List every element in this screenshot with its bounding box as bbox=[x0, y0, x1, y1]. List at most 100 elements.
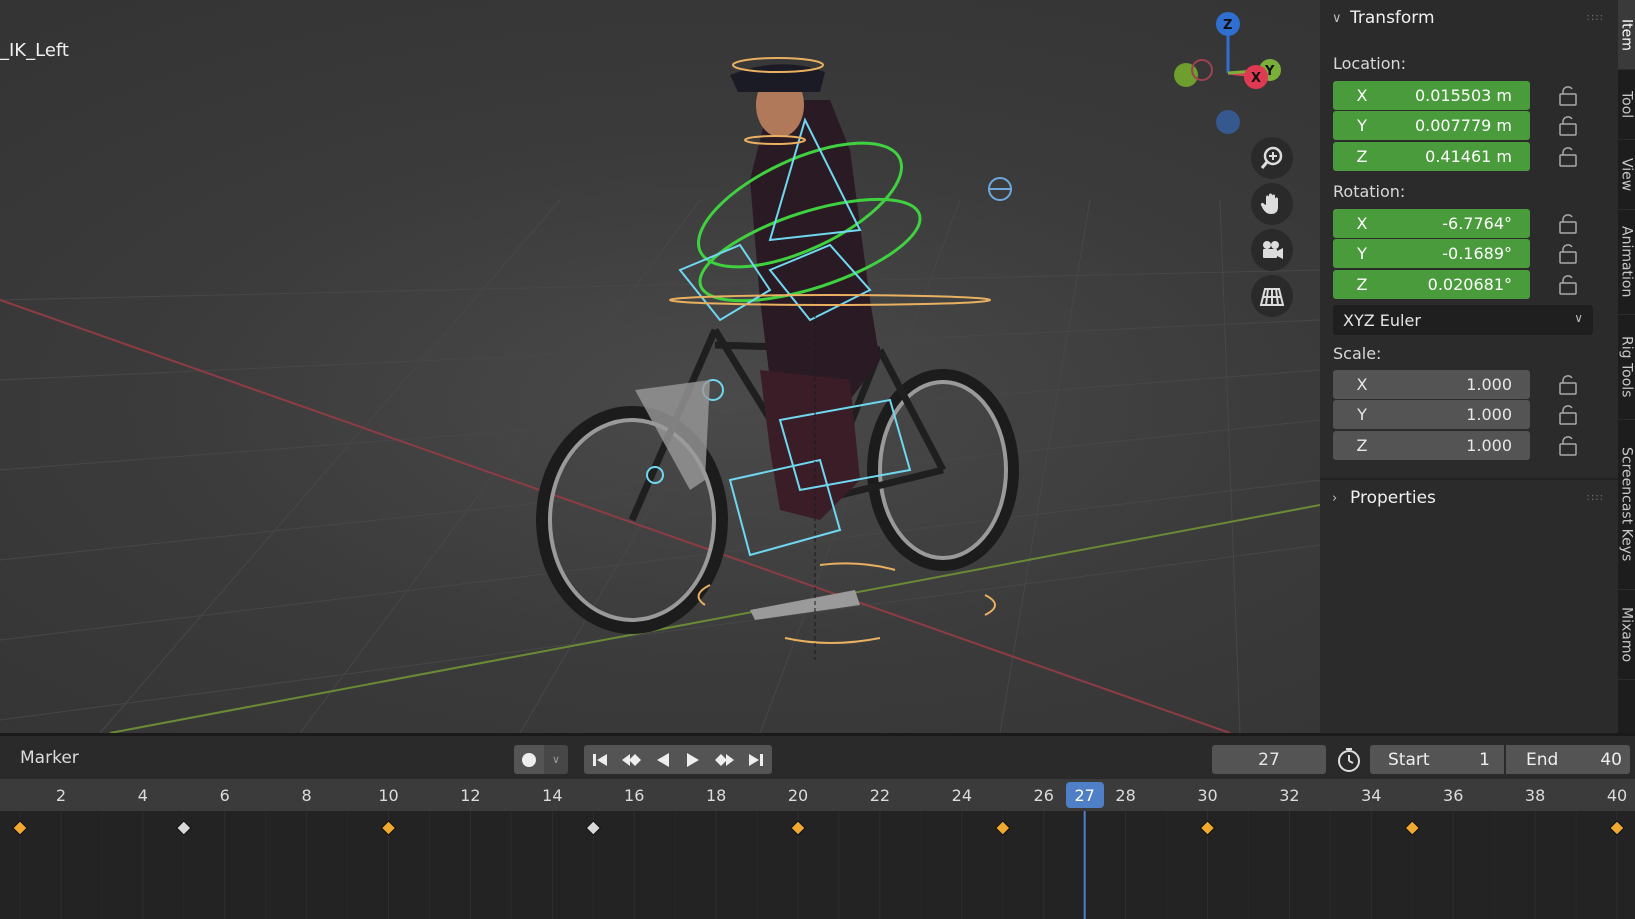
scale-label: Scale: bbox=[1333, 344, 1382, 363]
transform-title: Transform bbox=[1350, 8, 1435, 28]
tab-tool[interactable]: Tool bbox=[1618, 70, 1635, 140]
rotation-z-field[interactable]: Z 0.020681° bbox=[1333, 270, 1530, 299]
ruler-tick-label: 28 bbox=[1115, 786, 1136, 805]
lock-icon[interactable] bbox=[1557, 405, 1581, 425]
scale-y-field[interactable]: Y 1.000 bbox=[1333, 400, 1530, 429]
axis-label: Z bbox=[1356, 275, 1368, 294]
ruler-tick-label: 24 bbox=[951, 786, 972, 805]
start-label: Start bbox=[1388, 749, 1430, 770]
play-button[interactable] bbox=[678, 745, 708, 774]
transform-panel-header[interactable]: ∨ Transform :::: bbox=[1320, 0, 1618, 36]
frame-ruler[interactable]: 2 4 6 8 10 12 14 16 18 20 22 24 26 28 30 32 34 36 38 40 27 bbox=[0, 779, 1635, 811]
tab-screencast-keys[interactable]: Screencast Keys bbox=[1618, 420, 1635, 590]
scale-z-field[interactable]: Z 1.000 bbox=[1333, 431, 1530, 460]
ruler-tick-label: 16 bbox=[624, 786, 645, 805]
ruler-tick-label: 26 bbox=[1033, 786, 1054, 805]
ruler-tick-label: 34 bbox=[1361, 786, 1382, 805]
lock-icon[interactable] bbox=[1557, 375, 1581, 395]
ruler-tick-label: 2 bbox=[55, 786, 67, 805]
record-icon bbox=[522, 752, 536, 767]
lock-icon[interactable] bbox=[1557, 244, 1581, 264]
location-y-field[interactable]: Y 0.007779 m bbox=[1333, 111, 1530, 140]
ruler-tick-label: 30 bbox=[1197, 786, 1218, 805]
marker-menu[interactable]: Marker bbox=[20, 748, 79, 768]
zoom-icon[interactable] bbox=[1251, 137, 1293, 179]
prev-keyframe-button[interactable] bbox=[616, 745, 648, 774]
grid-icon[interactable] bbox=[1251, 275, 1293, 317]
next-keyframe-icon bbox=[715, 753, 734, 766]
record-button[interactable] bbox=[514, 745, 544, 774]
keyframe-diamond[interactable] bbox=[12, 820, 28, 836]
lock-icon[interactable] bbox=[1557, 147, 1581, 167]
lock-icon[interactable] bbox=[1557, 436, 1581, 456]
field-value: 0.41461 m bbox=[1425, 147, 1512, 166]
chevron-down-icon: ∨ bbox=[1574, 311, 1583, 325]
jump-start-button[interactable] bbox=[584, 745, 616, 774]
location-x-field[interactable]: X 0.015503 m bbox=[1333, 81, 1530, 110]
camera-icon[interactable] bbox=[1251, 229, 1293, 271]
playhead-frame-badge[interactable]: 27 bbox=[1065, 782, 1104, 808]
keyframe-diamond[interactable] bbox=[790, 820, 806, 836]
lock-icon[interactable] bbox=[1557, 86, 1581, 106]
tab-view[interactable]: View bbox=[1618, 140, 1635, 210]
jump-end-button[interactable] bbox=[740, 745, 772, 774]
keyframe-area[interactable] bbox=[0, 811, 1635, 919]
tab-animation[interactable]: Animation bbox=[1618, 210, 1635, 315]
ruler-tick-label: 38 bbox=[1524, 786, 1546, 805]
keyframe-diamond[interactable] bbox=[1199, 820, 1216, 836]
active-object-name: _IK_Left bbox=[0, 40, 69, 61]
timeline-header: Marker ∨ 27 Start 1 End 40 bbox=[0, 733, 1635, 779]
rotation-x-field[interactable]: X -6.7764° bbox=[1333, 209, 1530, 238]
gizmo-x-label: X bbox=[1251, 71, 1261, 86]
properties-panel-header[interactable]: › Properties :::: bbox=[1320, 480, 1618, 516]
keyframe-track[interactable] bbox=[0, 811, 1635, 919]
keyframe-diamond[interactable] bbox=[1404, 820, 1420, 836]
keyframe-diamond[interactable] bbox=[176, 820, 192, 836]
rotation-mode-dropdown[interactable]: XYZ Euler ∨ bbox=[1333, 305, 1593, 335]
scale-x-field[interactable]: X 1.000 bbox=[1333, 370, 1530, 399]
keyframe-diamond[interactable] bbox=[1609, 820, 1625, 836]
tab-rig-tools[interactable]: Rig Tools bbox=[1618, 315, 1635, 420]
ruler-tick-label: 36 bbox=[1443, 786, 1464, 805]
ruler-tick-label: 4 bbox=[137, 786, 148, 805]
field-value: 1.000 bbox=[1466, 375, 1512, 394]
lock-icon[interactable] bbox=[1557, 275, 1581, 295]
start-value: 1 bbox=[1479, 749, 1490, 770]
pan-hand-icon[interactable] bbox=[1251, 183, 1293, 225]
current-frame-field[interactable]: 27 bbox=[1212, 745, 1326, 774]
drag-grip-icon[interactable]: :::: bbox=[1587, 12, 1604, 23]
drag-grip-icon[interactable]: :::: bbox=[1587, 492, 1604, 503]
lock-icon[interactable] bbox=[1557, 214, 1581, 234]
ruler-tick-label: 12 bbox=[460, 786, 481, 805]
record-options-dropdown[interactable]: ∨ bbox=[544, 745, 568, 774]
location-z-field[interactable]: Z 0.41461 m bbox=[1333, 142, 1530, 171]
gizmo-neg-z-icon bbox=[1216, 110, 1240, 134]
jump-end-icon bbox=[749, 753, 763, 766]
end-label: End bbox=[1526, 749, 1559, 770]
lock-icon[interactable] bbox=[1557, 116, 1581, 136]
ruler-tick-label: 40 bbox=[1606, 786, 1628, 805]
field-value: 0.020681° bbox=[1427, 275, 1512, 294]
field-value: -0.1689° bbox=[1442, 244, 1512, 263]
play-icon bbox=[687, 752, 699, 767]
tab-item[interactable]: Item bbox=[1618, 0, 1635, 70]
keyframe-diamond[interactable] bbox=[380, 820, 397, 836]
next-keyframe-button[interactable] bbox=[708, 745, 740, 774]
rotation-mode-value: XYZ Euler bbox=[1343, 310, 1421, 330]
play-reverse-button[interactable] bbox=[648, 745, 678, 774]
end-value: 40 bbox=[1600, 749, 1622, 770]
keyframe-diamond[interactable] bbox=[995, 820, 1011, 836]
rotation-y-field[interactable]: Y -0.1689° bbox=[1333, 239, 1530, 268]
end-frame-field[interactable]: End 40 bbox=[1506, 745, 1630, 774]
chevron-right-icon: › bbox=[1332, 490, 1338, 506]
keyframe-diamond[interactable] bbox=[585, 820, 601, 836]
stopwatch-icon[interactable] bbox=[1336, 747, 1362, 773]
navigation-gizmo[interactable]: Z Y X bbox=[1160, 8, 1290, 138]
tab-mixamo[interactable]: Mixamo bbox=[1618, 590, 1635, 680]
location-label: Location: bbox=[1333, 54, 1407, 73]
prev-keyframe-icon bbox=[622, 753, 641, 766]
start-frame-field[interactable]: Start 1 bbox=[1370, 745, 1504, 774]
axis-label: X bbox=[1356, 86, 1368, 105]
axis-label: Z bbox=[1356, 436, 1368, 455]
ruler-tick-label: 20 bbox=[787, 786, 809, 805]
